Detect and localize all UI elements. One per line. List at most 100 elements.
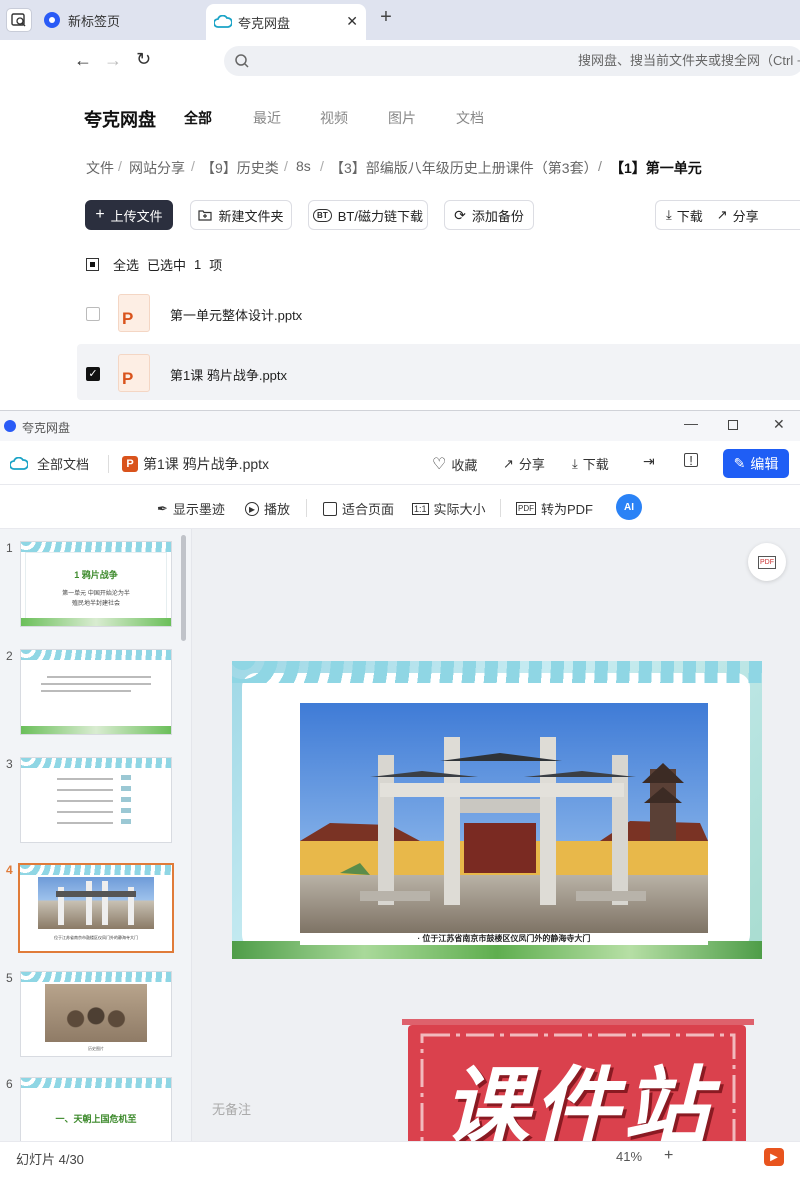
breadcrumb-sep: / <box>118 158 122 174</box>
download-button[interactable]: ⤓ 下载 <box>666 206 703 225</box>
wave-border <box>21 542 171 552</box>
slide-caption: 位于江苏省南京市鼓楼区仪凤门外的静海寺大门 <box>54 935 138 940</box>
ink-label: 显示墨迹 <box>172 502 225 517</box>
minimize-icon[interactable]: — <box>684 415 698 431</box>
file-checkbox-checked[interactable]: ✓ <box>86 367 100 381</box>
slide-thumbnail[interactable]: 1 鸦片战争 第一单元 中国开始沦为半 殖民地半封建社会 <box>20 541 172 627</box>
tab-search-icon <box>11 13 26 27</box>
upload-label: 上传文件 <box>110 208 163 224</box>
close-window-icon[interactable]: ✕ <box>773 416 785 433</box>
selected-count: 1 <box>194 256 202 272</box>
ai-assistant-button[interactable]: AI <box>616 494 642 520</box>
nav-tab-video[interactable]: 视频 <box>320 108 348 128</box>
slide-notes[interactable]: 无备注 <box>212 1099 251 1118</box>
breadcrumb-item[interactable]: 文件 <box>86 158 114 178</box>
ink-icon: ✒ <box>157 500 168 516</box>
slide-thumbnail-selected[interactable]: 位于江苏省南京市鼓楼区仪凤门外的静海寺大门 <box>18 863 174 953</box>
slide-counter: 幻灯片 4/30 <box>16 1152 84 1167</box>
breadcrumb-item[interactable]: 8s <box>296 158 311 174</box>
pptx-file-icon: P <box>118 354 150 392</box>
bt-label: BT/磁力链下载 <box>337 208 423 224</box>
play-button[interactable]: ▸ 播放 <box>245 499 290 518</box>
show-ink-button[interactable]: ✒ 显示墨迹 <box>157 499 225 518</box>
share-button[interactable]: ↗ 分享 <box>503 454 545 473</box>
open-external-icon[interactable]: ⇥ <box>643 453 655 470</box>
preview-window: 夸克网盘 — ✕ 全部文档 P 第1课 鸦片战争.pptx ♡ 收藏 ↗ 分享 ⤓ 下… <box>0 410 800 1201</box>
tab-label: 新标签页 <box>68 13 121 29</box>
divider <box>108 455 109 473</box>
breadcrumb-sep: / <box>191 158 195 174</box>
slide-thumbnail[interactable]: 历史图片 <box>20 971 172 1057</box>
all-docs-button[interactable]: 全部文档 <box>10 454 89 473</box>
report-icon[interactable]: ! <box>684 453 698 468</box>
forward-icon[interactable]: → <box>104 50 122 71</box>
select-all-checkbox[interactable] <box>86 257 99 271</box>
file-name[interactable]: 第一单元整体设计.pptx <box>170 305 302 324</box>
actual-size-button[interactable]: 1:1 实际大小 <box>412 499 486 518</box>
to-pdf-button[interactable]: PDF 转为PDF <box>516 499 593 518</box>
play-icon: ▸ <box>245 501 259 516</box>
pdf-export-float-button[interactable]: PDF <box>748 543 786 581</box>
select-all-row: 全选 已选中 1 项 <box>86 255 222 274</box>
download-icon: ⤓ <box>666 207 672 222</box>
viewer-status-bar: 幻灯片 4/30 41% + ▶ <box>0 1141 800 1171</box>
slide-thumbnail[interactable] <box>20 649 172 735</box>
drive-logo[interactable]: 夸克网盘 <box>84 106 156 132</box>
current-file: P 第1课 鸦片战争.pptx <box>122 454 269 474</box>
share-label: 分享 <box>732 208 759 224</box>
slide-thumbnail[interactable]: 一、天朝上国危机至 <box>20 1077 172 1141</box>
upload-button[interactable]: + 上传文件 <box>85 200 173 230</box>
breadcrumb-item[interactable]: 【3】部编版八年级历史上册课件（第3套） <box>330 158 598 178</box>
new-folder-button[interactable]: 新建文件夹 <box>190 200 292 230</box>
file-row-selected[interactable]: ✓ P 第1课 鸦片战争.pptx <box>77 344 800 400</box>
reload-icon[interactable]: ↻ <box>136 49 151 70</box>
search-icon <box>235 54 249 68</box>
fit-page-button[interactable]: 适合页面 <box>323 499 394 518</box>
maximize-icon[interactable] <box>728 420 738 430</box>
slide-number-current: 4 <box>6 863 13 877</box>
zoom-in-icon[interactable]: + <box>664 1147 673 1165</box>
scrollbar[interactable] <box>181 535 186 641</box>
viewer-subtoolbar: ✒ 显示墨迹 ▸ 播放 适合页面 1:1 实际大小 PDF 转为PDF AI <box>0 485 800 529</box>
cloud-icon <box>214 15 232 28</box>
tab-new-tab[interactable]: 新标签页 <box>44 4 204 36</box>
tab-quark-drive[interactable]: 夸克网盘 ✕ <box>206 4 366 40</box>
close-tab-icon[interactable]: ✕ <box>346 13 358 30</box>
wave-border <box>232 661 762 683</box>
slide-thumbnail[interactable] <box>20 757 172 843</box>
share-button[interactable]: ↗ 分享 <box>717 206 759 225</box>
current-slide: · 位于江苏省南京市鼓楼区仪凤门外的静海寺大门 <box>232 661 762 959</box>
tab-search-button[interactable] <box>6 8 32 32</box>
window-titlebar: 夸克网盘 — ✕ <box>0 411 800 441</box>
favorite-button[interactable]: ♡ 收藏 <box>432 454 477 474</box>
nav-tab-recent[interactable]: 最近 <box>253 108 281 128</box>
breadcrumb-item[interactable]: 【9】历史类 <box>201 158 279 178</box>
download-button[interactable]: ⤓ 下载 <box>572 454 609 473</box>
breadcrumb-item[interactable]: 网站分享 <box>129 158 185 178</box>
backup-icon: ⟳ <box>454 206 466 223</box>
nav-tab-image[interactable]: 图片 <box>388 108 416 128</box>
back-icon[interactable]: ← <box>74 50 92 71</box>
select-all-label[interactable]: 全选 <box>113 255 139 274</box>
omnibox[interactable]: 搜网盘、搜当前文件夹或搜全网（Ctrl + K） <box>224 46 800 76</box>
pdf-label: 转为PDF <box>541 502 594 517</box>
new-tab-button[interactable]: + <box>376 6 396 29</box>
heart-icon: ♡ <box>432 456 447 473</box>
pptx-file-icon: P <box>118 294 150 332</box>
file-name[interactable]: 第1课 鸦片战争.pptx <box>170 365 287 384</box>
file-row[interactable]: P 第一单元整体设计.pptx <box>78 284 800 340</box>
slide-number: 1 <box>6 541 13 555</box>
bt-download-button[interactable]: BT BT/磁力链下载 <box>308 200 428 230</box>
file-checkbox[interactable] <box>86 307 100 321</box>
pen-icon: ✎ <box>733 455 746 471</box>
play-slideshow-icon[interactable]: ▶ <box>764 1148 784 1166</box>
play-label: 播放 <box>264 502 291 517</box>
add-backup-button[interactable]: ⟳ 添加备份 <box>444 200 534 230</box>
slide-number: 6 <box>6 1077 13 1091</box>
nav-tab-all[interactable]: 全部 <box>184 108 212 128</box>
all-docs-label: 全部文档 <box>37 457 90 472</box>
bt-icon: BT <box>313 208 332 222</box>
quark-icon <box>4 420 16 432</box>
nav-tab-doc[interactable]: 文档 <box>456 108 484 128</box>
edit-button[interactable]: ✎ 编辑 <box>723 449 789 478</box>
